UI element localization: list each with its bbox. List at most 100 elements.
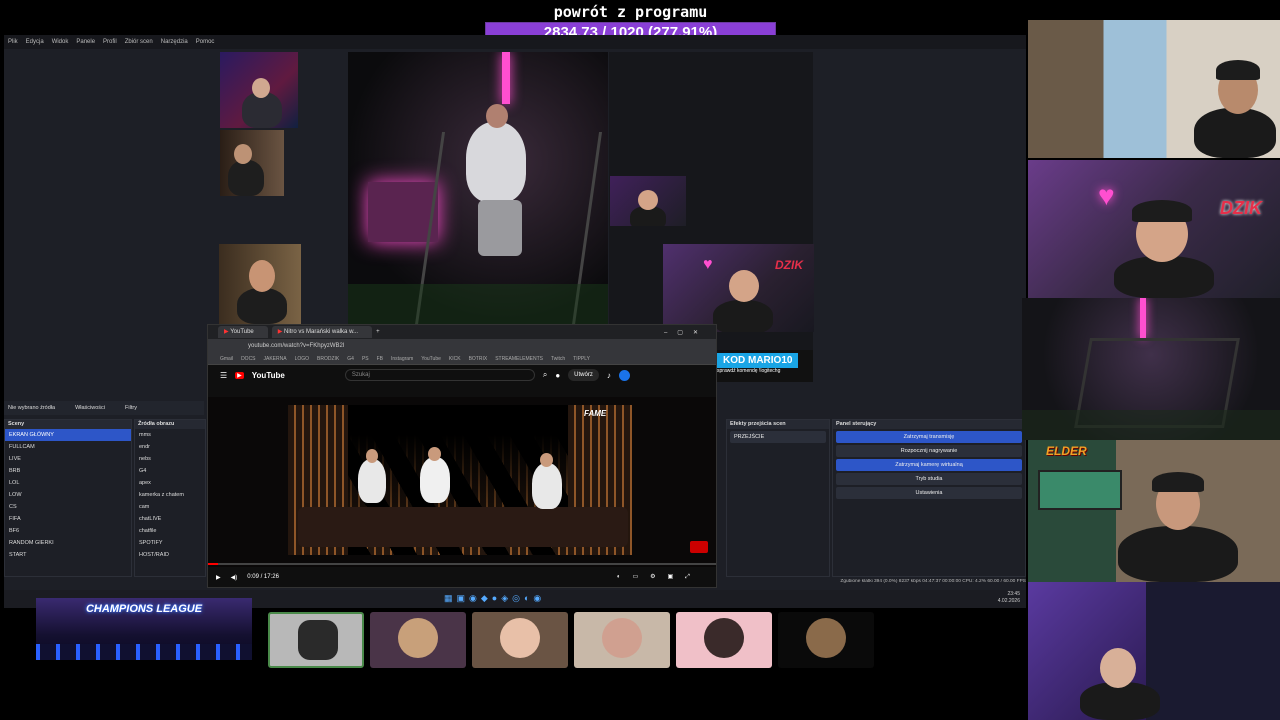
bookmark-fb[interactable]: FB xyxy=(377,356,383,362)
bookmark-streamelements[interactable]: STREAMELEMENTS xyxy=(495,356,543,362)
scene-item[interactable]: START xyxy=(5,549,131,561)
source-item[interactable]: cam xyxy=(135,501,205,513)
preview-cam-dzik-small xyxy=(610,176,686,226)
source-item[interactable]: mms xyxy=(135,429,205,441)
stop-stream-button[interactable]: Zatrzymaj transmisję xyxy=(836,431,1022,443)
thumb-face-4[interactable] xyxy=(676,612,772,668)
thumb-face-1[interactable] xyxy=(370,612,466,668)
thumb-car[interactable] xyxy=(268,612,364,668)
source-item[interactable]: HOST/RAID xyxy=(135,549,205,561)
youtube-logo-icon[interactable]: ▶ xyxy=(235,371,244,379)
transition-select[interactable]: PRZEJŚCIE xyxy=(730,431,826,443)
bookmark-jakerna[interactable]: JAKERNA xyxy=(264,356,287,362)
bookmark-instagram[interactable]: Instagram xyxy=(391,356,413,362)
scenes-dock: Sceny EKRAN GŁÓWNY FULLCAM LIVE BRB LOL … xyxy=(4,419,132,577)
source-item[interactable]: chatLIVE xyxy=(135,513,205,525)
scene-item[interactable]: FIFA xyxy=(5,513,131,525)
source-item[interactable]: kamerka z chatem xyxy=(135,489,205,501)
scene-item[interactable]: FULLCAM xyxy=(5,441,131,453)
start-recording-button[interactable]: Rozpocznij nagrywanie xyxy=(836,445,1022,457)
taskbar-apps-icon[interactable]: ▦▣◉◆●◈◎◐◉ xyxy=(444,593,545,604)
source-item[interactable]: G4 xyxy=(135,465,205,477)
bookmark-botrix[interactable]: BOTRIX xyxy=(469,356,488,362)
preview-cam-gaming xyxy=(220,52,298,128)
youtube-logo[interactable]: YouTube xyxy=(252,371,285,380)
scenes-header: Sceny xyxy=(5,420,131,429)
bookmark-tipply[interactable]: TIPPLY xyxy=(573,356,590,362)
tab-youtube[interactable]: ▶ YouTube xyxy=(218,326,268,338)
menu-view[interactable]: Widok xyxy=(52,35,69,49)
bookmark-ps[interactable]: PS xyxy=(362,356,369,362)
properties-button[interactable]: Właściwości xyxy=(75,405,105,411)
thumb-face-3[interactable] xyxy=(574,612,670,668)
cam-dzik: ♥ DZIK xyxy=(1028,160,1280,298)
scene-item[interactable]: CS xyxy=(5,501,131,513)
search-icon[interactable]: ⌕ xyxy=(543,370,547,380)
filters-button[interactable]: Filtry xyxy=(125,405,137,411)
new-tab-icon[interactable]: + xyxy=(376,329,380,335)
bookmark-twitch[interactable]: Twitch xyxy=(551,356,565,362)
tab-video[interactable]: ▶ Nitro vs Marański walka w... xyxy=(271,326,373,338)
preview-cam-bearded xyxy=(219,244,301,324)
scene-item[interactable]: LOW xyxy=(5,489,131,501)
source-item[interactable]: SPOTIFY xyxy=(135,537,205,549)
bookmark-logo[interactable]: LOGO xyxy=(295,356,309,362)
bookmark-youtube[interactable]: YouTube xyxy=(421,356,441,362)
scene-item[interactable]: BRB xyxy=(5,465,131,477)
search-input[interactable]: Szukaj xyxy=(344,369,535,381)
sources-dock: Źródła obrazu mms endr nebs G4 apex kame… xyxy=(134,419,206,577)
menu-docks[interactable]: Panele xyxy=(76,35,95,49)
video-controls: ▶ ◀) 0:09 / 17:26 ◐▭⚙▣⤢ xyxy=(208,567,716,587)
source-item[interactable]: apex xyxy=(135,477,205,489)
menu-tools[interactable]: Narzędzia xyxy=(161,35,188,49)
hamburger-icon[interactable]: ☰ xyxy=(220,371,227,380)
browser-tabstrip: ▶ YouTube ▶ Nitro vs Marański walka w...… xyxy=(208,325,716,339)
bookmark-kick[interactable]: KICK xyxy=(449,356,461,362)
menu-file[interactable]: Plik xyxy=(8,35,18,49)
thumb-face-5[interactable] xyxy=(778,612,874,668)
source-item[interactable]: nebs xyxy=(135,453,205,465)
volume-icon[interactable]: ◀) xyxy=(231,574,238,581)
transitions-dock: Efekty przejścia scen PRZEJŚCIE xyxy=(726,419,830,577)
stop-virtualcam-button[interactable]: Zatrzymaj kamerę wirtualną xyxy=(836,459,1022,471)
champions-league-banner: CHAMPIONS LEAGUE xyxy=(36,598,252,660)
menu-profile[interactable]: Profil xyxy=(103,35,117,49)
avatar[interactable] xyxy=(618,369,630,381)
source-item[interactable]: chatfile xyxy=(135,525,205,537)
controls-header: Panel sterujący xyxy=(833,420,1025,429)
studio-mode-button[interactable]: Tryb studia xyxy=(836,473,1022,485)
address-bar[interactable]: youtube.com/watch?v=FKhpyzWB2I xyxy=(208,339,716,353)
dzik-logo: DZIK xyxy=(1220,198,1262,218)
bookmark-docs[interactable]: DOCS xyxy=(241,356,255,362)
video-progress-track[interactable] xyxy=(208,563,716,565)
play-icon[interactable]: ▶ xyxy=(216,574,221,581)
bookmark-brodzik[interactable]: BRODZIK xyxy=(317,356,339,362)
settings-button[interactable]: Ustawienia xyxy=(836,487,1022,499)
menu-scene-collection[interactable]: Zbiór scen xyxy=(125,35,153,49)
cam-treadmill-room xyxy=(1022,298,1280,440)
menu-help[interactable]: Pomoc xyxy=(196,35,215,49)
preview-cam-dzik-large: ♥ DZIK xyxy=(663,244,814,332)
subscribe-icon[interactable] xyxy=(690,541,708,553)
youtube-video[interactable]: FAME xyxy=(208,397,716,567)
source-item[interactable]: endr xyxy=(135,441,205,453)
champions-title: CHAMPIONS LEAGUE xyxy=(85,603,203,615)
scene-item[interactable]: LOL xyxy=(5,477,131,489)
preview-cam-desk xyxy=(220,130,284,196)
player-settings-icons[interactable]: ◐▭⚙▣⤢ xyxy=(617,573,702,581)
obs-menubar: Plik Edycja Widok Panele Profil Zbiór sc… xyxy=(4,35,1026,49)
bookmark-gmail[interactable]: Gmail xyxy=(220,356,233,362)
scene-item[interactable]: BF6 xyxy=(5,525,131,537)
create-button[interactable]: Utwórz xyxy=(568,369,599,381)
window-controls-icon[interactable]: –▢✕ xyxy=(664,329,708,336)
menu-edit[interactable]: Edycja xyxy=(26,35,44,49)
cam-hotel-room xyxy=(1028,20,1280,158)
bookmark-g4[interactable]: G4 xyxy=(347,356,354,362)
scene-item[interactable]: EKRAN GŁÓWNY xyxy=(5,429,131,441)
bookmarks-bar: Gmail DOCS JAKERNA LOGO BRODZIK G4 PS FB… xyxy=(208,353,716,365)
scene-item[interactable]: LIVE xyxy=(5,453,131,465)
scene-item[interactable]: RANDOM GIERKI xyxy=(5,537,131,549)
mic-icon[interactable]: ● xyxy=(555,371,560,380)
thumb-face-2[interactable] xyxy=(472,612,568,668)
bell-icon[interactable]: ♪ xyxy=(607,371,611,380)
